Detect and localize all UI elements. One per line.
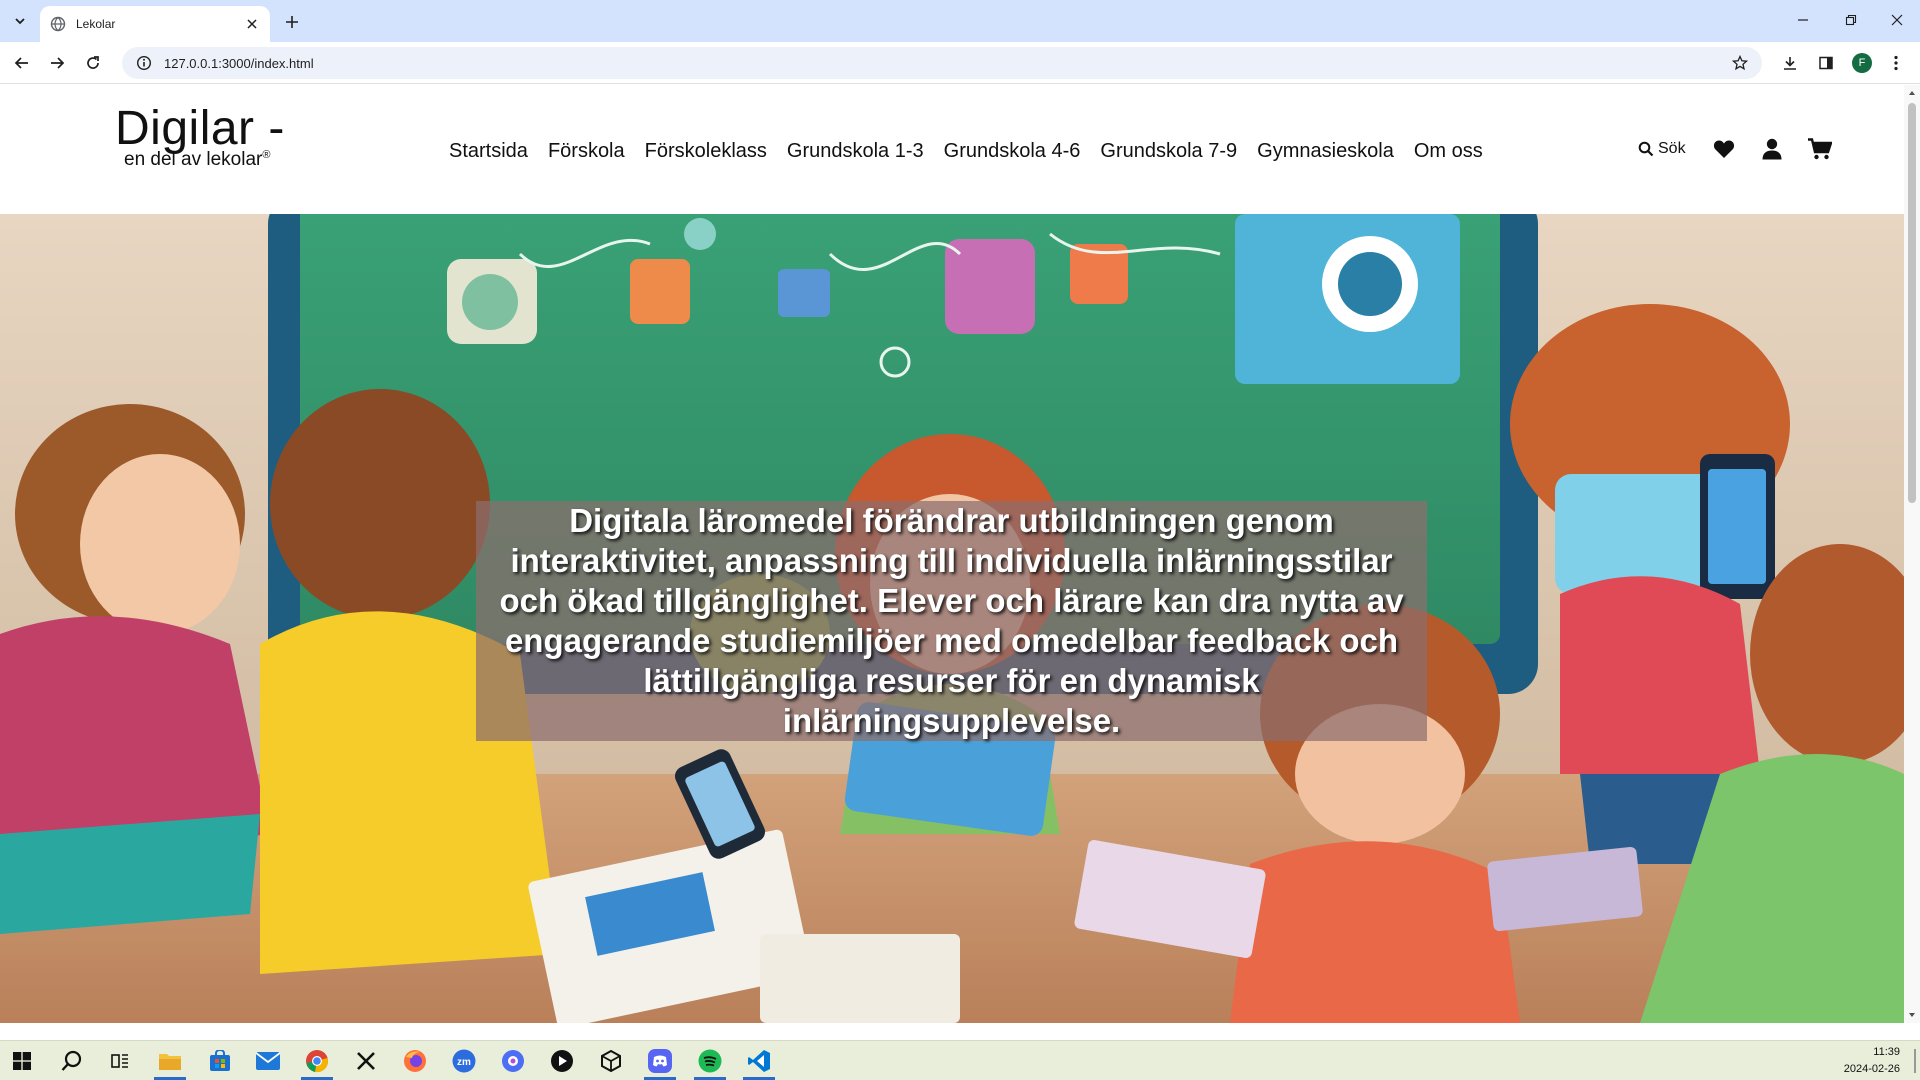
main-nav: Startsida Förskola Förskoleklass Grundsk… [449,140,1503,163]
zoom-icon[interactable]: zm [444,1045,484,1077]
windows-taskbar: zm 11:39 2024-02-26 [0,1040,1920,1080]
vscode-icon[interactable] [739,1045,779,1080]
tab-title: Lekolar [76,17,116,31]
hero-banner: Digitala läromedel förändrar utbildninge… [0,214,1904,1023]
bookmark-star-icon[interactable] [1732,55,1748,71]
site-header: Digilar - en del av lekolar® Startsida F… [0,85,1904,214]
tab-close-icon[interactable] [244,16,260,32]
show-desktop-button[interactable] [1914,1049,1916,1073]
media-app-icon[interactable] [493,1045,533,1077]
profile-initial: F [1852,53,1872,73]
nav-link-om-oss[interactable]: Om oss [1414,140,1483,163]
search-button[interactable]: Sök [1638,140,1686,158]
unity-icon[interactable] [591,1045,631,1077]
reload-icon[interactable] [81,51,105,75]
browser-tab[interactable]: Lekolar [40,6,270,42]
minimize-icon[interactable] [1780,6,1826,34]
download-icon[interactable] [1778,51,1802,75]
system-clock[interactable]: 11:39 2024-02-26 [1844,1044,1900,1078]
page-viewport: Digilar - en del av lekolar® Startsida F… [0,85,1904,1023]
hero-text: Digitala läromedel förändrar utbildninge… [499,502,1404,739]
mail-icon[interactable] [248,1045,288,1077]
scroll-down-arrow-icon[interactable] [1908,1011,1916,1019]
user-icon[interactable] [1760,137,1784,161]
file-explorer-icon[interactable] [150,1045,190,1080]
new-tab-plus-icon[interactable] [280,10,304,34]
forward-arrow-icon[interactable] [45,51,69,75]
search-icon [1638,141,1654,157]
logo-title: Digilar - [115,102,285,155]
page-scrollbar[interactable] [1904,85,1920,1023]
heart-icon[interactable] [1712,137,1736,161]
nav-link-grundskola-1-3[interactable]: Grundskola 1-3 [787,140,924,163]
player-icon[interactable] [542,1045,582,1077]
logo-subtitle-text: en del av lekolar [124,149,263,170]
restore-icon[interactable] [1828,6,1874,34]
logo-subtitle: en del av lekolar® [124,149,285,171]
side-panel-icon[interactable] [1814,51,1838,75]
search-label: Sök [1658,140,1686,157]
firefox-icon[interactable] [395,1045,435,1077]
x-app-icon[interactable] [346,1045,386,1077]
nav-link-grundskola-4-6[interactable]: Grundskola 4-6 [944,140,1081,163]
nav-link-forskola[interactable]: Förskola [548,140,625,163]
clock-time: 11:39 [1873,1046,1900,1058]
address-bar[interactable]: 127.0.0.1:3000/index.html [122,47,1762,79]
globe-icon [50,16,66,32]
profile-avatar[interactable]: F [1850,51,1874,75]
clock-date: 2024-02-26 [1843,1063,1900,1075]
task-view-icon[interactable] [100,1045,140,1077]
kebab-menu-icon[interactable] [1884,51,1908,75]
chrome-icon[interactable] [297,1045,337,1080]
tab-search-icon[interactable] [8,9,32,33]
windows-start-icon[interactable] [2,1045,42,1077]
site-info-icon[interactable] [136,55,152,71]
close-window-icon[interactable] [1874,6,1920,34]
registered-mark: ® [262,149,271,161]
svg-text:zm: zm [457,1057,471,1068]
header-actions: Sök [1638,137,1856,161]
nav-link-forskoleklass[interactable]: Förskoleklass [645,140,767,163]
back-arrow-icon[interactable] [10,51,34,75]
url-text: 127.0.0.1:3000/index.html [164,55,314,71]
discord-icon[interactable] [640,1045,680,1080]
cart-icon[interactable] [1807,137,1832,161]
taskbar-search-icon[interactable] [52,1045,92,1077]
hero-caption: Digitala läromedel förändrar utbildninge… [476,501,1427,741]
nav-link-grundskola-7-9[interactable]: Grundskola 7-9 [1100,140,1237,163]
site-logo[interactable]: Digilar - en del av lekolar® [115,103,285,171]
browser-tab-strip: Lekolar [0,0,1920,42]
nav-link-startsida[interactable]: Startsida [449,140,528,163]
store-icon[interactable] [200,1045,240,1077]
nav-link-gymnasieskola[interactable]: Gymnasieskola [1257,140,1394,163]
spotify-icon[interactable] [690,1045,730,1080]
scroll-up-arrow-icon[interactable] [1908,89,1916,97]
browser-toolbar: 127.0.0.1:3000/index.html F [0,42,1920,84]
scrollbar-thumb[interactable] [1908,103,1916,503]
